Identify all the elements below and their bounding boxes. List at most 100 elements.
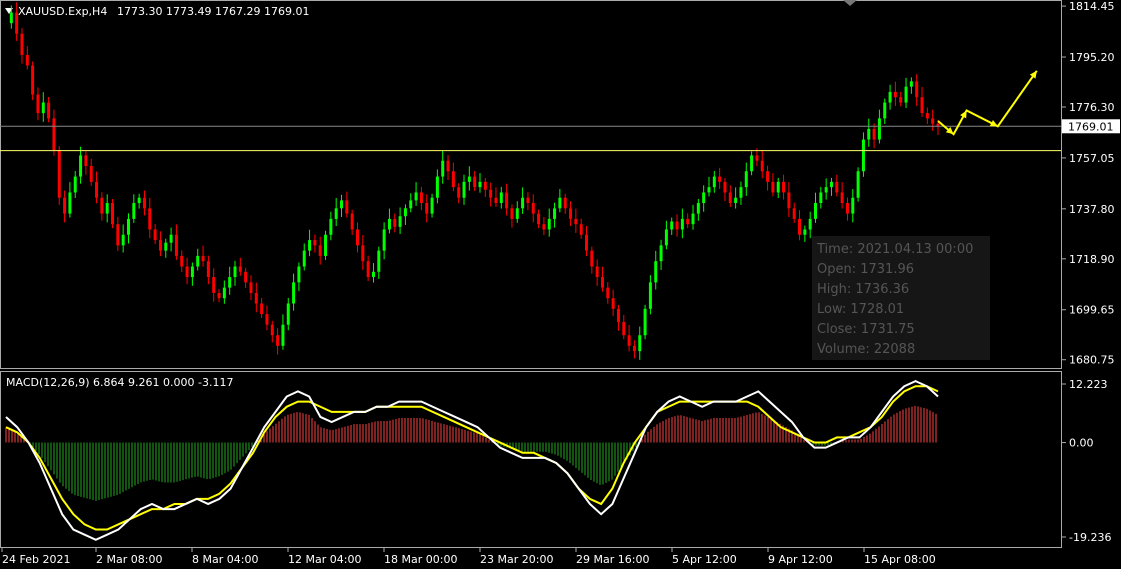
candle-body bbox=[526, 197, 530, 204]
candle-body bbox=[196, 255, 200, 267]
candle-body bbox=[126, 218, 130, 235]
candle-body bbox=[409, 200, 413, 209]
candle-body bbox=[718, 176, 722, 182]
candle-body bbox=[840, 192, 844, 204]
candle-body bbox=[553, 208, 557, 219]
price-candles bbox=[9, 2, 940, 360]
candle-body bbox=[611, 298, 615, 309]
candle-body bbox=[244, 271, 248, 283]
candle-body bbox=[95, 181, 99, 198]
candle-body bbox=[877, 118, 881, 140]
candle-body bbox=[782, 181, 786, 193]
candle-body bbox=[313, 240, 317, 246]
candle-body bbox=[489, 189, 493, 198]
candle-body bbox=[499, 192, 503, 204]
tooltip-close: Close: 1731.75 bbox=[817, 322, 915, 337]
candle-body bbox=[201, 255, 205, 262]
candle-body bbox=[893, 91, 897, 98]
candle-body bbox=[276, 335, 280, 346]
trading-chart[interactable]: XAUUSD.Exp,H4 1773.30 1773.49 1767.29 17… bbox=[0, 0, 1121, 569]
candle-body bbox=[142, 197, 146, 209]
candle-body bbox=[505, 192, 509, 209]
price-tick-label: 1699.65 bbox=[1069, 304, 1115, 317]
candle-body bbox=[254, 292, 258, 304]
candle-body bbox=[212, 277, 216, 293]
candle-body bbox=[430, 197, 434, 214]
candle-body bbox=[451, 171, 455, 188]
candle-body bbox=[510, 208, 514, 219]
price-tick-label: 1795.20 bbox=[1069, 51, 1115, 64]
candle-body bbox=[9, 12, 13, 24]
macd-title: MACD(12,26,9) 6.864 9.261 0.000 -3.117 bbox=[6, 376, 233, 389]
macd-histogram bbox=[5, 405, 937, 501]
candle-body bbox=[771, 181, 775, 193]
symbol-title: XAUUSD.Exp,H4 bbox=[18, 5, 107, 18]
candle-body bbox=[377, 250, 381, 272]
macd-main-line bbox=[5, 380, 939, 541]
candle-body bbox=[164, 242, 168, 251]
candle-body bbox=[915, 81, 919, 98]
candle-body bbox=[776, 181, 780, 193]
candle-body bbox=[398, 216, 402, 227]
candle-body bbox=[579, 224, 583, 235]
price-axis: 1814.45 1795.20 1776.30 1757.05 1737.80 1718.… bbox=[1061, 0, 1115, 367]
candle-body bbox=[265, 314, 269, 325]
candle-body bbox=[47, 102, 51, 119]
price-tick-label: 1680.75 bbox=[1069, 354, 1115, 367]
candle-body bbox=[393, 218, 397, 227]
price-tick-label: 1776.30 bbox=[1069, 101, 1115, 114]
candle-body bbox=[185, 266, 189, 278]
candle-body bbox=[872, 128, 876, 140]
candle-body bbox=[190, 266, 194, 278]
candle-body bbox=[867, 128, 871, 140]
time-tick-label: 15 Apr 08:00 bbox=[864, 553, 936, 566]
candle-body bbox=[925, 113, 929, 119]
time-tick-label: 23 Mar 20:00 bbox=[480, 553, 553, 566]
candle-body bbox=[616, 308, 620, 323]
candle-body bbox=[292, 282, 296, 304]
candle-body bbox=[883, 102, 887, 119]
candle-body bbox=[169, 234, 173, 243]
candle-body bbox=[148, 208, 152, 230]
tooltip-open: Open: 1731.96 bbox=[817, 262, 914, 277]
candle-body bbox=[600, 277, 604, 288]
candle-body bbox=[585, 234, 589, 251]
candle-body bbox=[286, 303, 290, 325]
time-tick-label: 9 Apr 12:00 bbox=[768, 553, 833, 566]
candle-body bbox=[478, 181, 482, 188]
candle-body bbox=[643, 308, 647, 336]
price-tick-label: 1718.90 bbox=[1069, 253, 1115, 266]
candle-body bbox=[233, 266, 237, 278]
candle-body bbox=[686, 218, 690, 225]
candle-body bbox=[835, 181, 839, 193]
candle-body bbox=[473, 176, 477, 188]
candle-body bbox=[547, 218, 551, 230]
candle-body bbox=[41, 102, 45, 114]
candle-body bbox=[174, 234, 178, 256]
candle-body bbox=[851, 197, 855, 214]
candle-body bbox=[281, 324, 285, 346]
ohlc-readout: 1773.30 1773.49 1767.29 1769.01 bbox=[117, 5, 309, 18]
time-tick-label: 29 Mar 16:00 bbox=[576, 553, 649, 566]
candle-body bbox=[483, 181, 487, 190]
time-tick-label: 5 Apr 12:00 bbox=[672, 553, 737, 566]
candle-body bbox=[222, 287, 226, 299]
triangle-up-icon[interactable] bbox=[843, 0, 857, 6]
candle-body bbox=[324, 234, 328, 256]
candle-body bbox=[595, 266, 599, 278]
candle-body bbox=[105, 203, 109, 214]
candle-body bbox=[270, 324, 274, 336]
candle-body bbox=[217, 292, 221, 299]
candle-body bbox=[654, 261, 658, 283]
candle-body bbox=[920, 97, 924, 114]
candle-body bbox=[89, 165, 93, 182]
candle-body bbox=[904, 86, 908, 103]
candle-body bbox=[803, 229, 807, 235]
price-tick-label: 1814.45 bbox=[1069, 0, 1115, 13]
candle-body bbox=[79, 155, 83, 177]
candle-body bbox=[670, 221, 674, 230]
candle-body bbox=[350, 213, 354, 230]
candle-body bbox=[111, 203, 115, 225]
candle-body bbox=[355, 229, 359, 246]
candle-body bbox=[734, 197, 738, 204]
